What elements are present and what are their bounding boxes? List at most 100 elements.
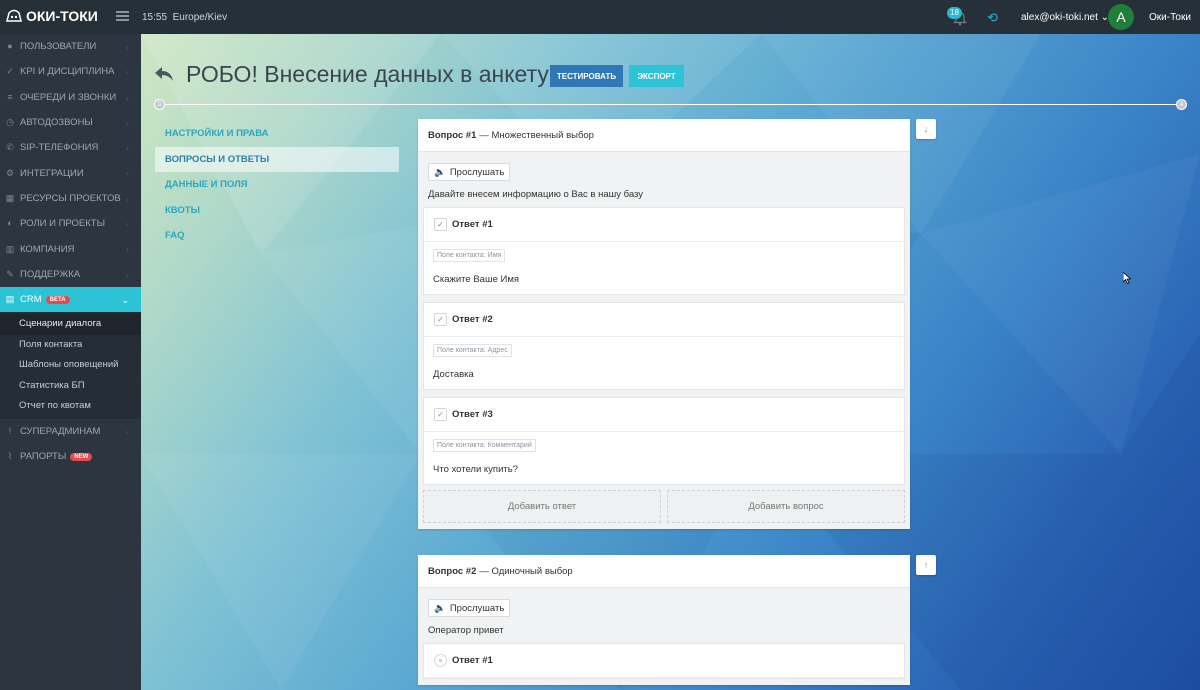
checkbox-icon[interactable]: ✓ bbox=[434, 218, 447, 231]
logo-icon bbox=[6, 9, 22, 22]
wrench-icon: ✎ bbox=[6, 268, 14, 279]
end-dot: A bbox=[1176, 99, 1187, 110]
answer-card: ✓ Ответ #3 Поле контакта: Комментарий Что … bbox=[423, 397, 905, 485]
listen-button[interactable]: 🔉 Прослушать bbox=[428, 163, 511, 181]
add-answer-button[interactable]: Добавить ответ bbox=[423, 490, 661, 523]
answer-title: Ответ #1 bbox=[452, 219, 493, 230]
top-bar: ОКИ-ТОКИ 15:55 Europe/Kiev 18 ⟲ alex@oki… bbox=[0, 0, 1200, 34]
answer-card: ✓ Ответ #2 Поле контакта: Адрес Доставка bbox=[423, 302, 905, 390]
answer-header: ✓ Ответ #3 bbox=[424, 398, 904, 432]
export-button[interactable]: ЭКСПОРТ bbox=[629, 65, 684, 87]
chevron-left-icon: ‹ bbox=[126, 42, 129, 52]
test-button[interactable]: ТЕСТИРОВАТЬ bbox=[550, 65, 623, 87]
chevron-left-icon: ‹ bbox=[126, 67, 129, 78]
sidebar-item-integrations[interactable]: ⚙ ИНТЕГРАЦИИ ‹ bbox=[0, 160, 141, 185]
user-menu[interactable]: alex@oki-toki.net ⌄ bbox=[1021, 12, 1109, 23]
time: 15:55 bbox=[142, 12, 168, 23]
answer-header: ✓ Ответ #1 bbox=[424, 208, 904, 242]
sidebar-item-support[interactable]: ✎ ПОДДЕРЖКА ‹ bbox=[0, 262, 141, 287]
sidebar-item-superadmins[interactable]: ! СУПЕРАДМИНАМ ‹ bbox=[0, 419, 141, 444]
question-card: Вопрос #2— Одиночный выбор 🔉 Прослушать О… bbox=[418, 555, 910, 685]
answer-text: Доставка bbox=[433, 369, 474, 380]
tab-faq[interactable]: FAQ bbox=[155, 223, 399, 249]
timezone: Europe/Kiev bbox=[172, 12, 228, 23]
sidebar-item-crm[interactable]: ▤ CRM BETA ⌄ bbox=[0, 286, 141, 313]
answer-text: Что хотели купить? bbox=[433, 464, 518, 475]
sidebar-item-label: РЕСУРСЫ ПРОЕКТОВ bbox=[20, 192, 121, 204]
sidebar-item-reports[interactable]: ⌇ РАПОРТЫ NEW bbox=[0, 444, 141, 469]
sidebar-item-queues[interactable]: ≡ ОЧЕРЕДИ И ЗВОНКИ ‹ bbox=[0, 85, 141, 110]
brand-logo[interactable]: ОКИ-ТОКИ bbox=[6, 8, 98, 24]
sidebar-item-roles[interactable]: ◐ РОЛИ И ПРОЕКТЫ ‹ bbox=[0, 211, 141, 236]
question-type: — Множественный выбор bbox=[479, 129, 594, 141]
sidebar-item-sip[interactable]: ✆ SIP-ТЕЛЕФОНИЯ ‹ bbox=[0, 135, 141, 160]
new-badge: NEW bbox=[70, 452, 93, 461]
brand-name: ОКИ-ТОКИ bbox=[26, 8, 98, 24]
contact-field-tag: Поле контакта: Адрес bbox=[433, 344, 512, 357]
sidebar-item-label: SIP-ТЕЛЕФОНИЯ bbox=[20, 142, 99, 154]
answer-header: Ответ #1 bbox=[424, 644, 904, 678]
speaker-icon: 🔉 bbox=[434, 166, 446, 178]
contact-field-tag: Поле контакта: Имя bbox=[433, 249, 506, 262]
sidebar-item-company[interactable]: ▥ КОМПАНИЯ ‹ bbox=[0, 236, 141, 261]
exclamation-icon: ! bbox=[8, 425, 12, 436]
sidebar-item-kpi[interactable]: ✓ KPI И ДИСЦИПЛИНА ‹ bbox=[0, 59, 141, 84]
bar-chart-icon: ▥ bbox=[5, 243, 15, 254]
settings-tabs: НАСТРОЙКИ И ПРАВА ВОПРОСЫ И ОТВЕТЫ ДАННЫ… bbox=[155, 121, 399, 249]
question-type: — Одиночный выбор bbox=[479, 565, 573, 577]
sidebar-item-label: РАПОРТЫ bbox=[20, 451, 67, 463]
sidebar-subitem-contact-fields[interactable]: Поля контакта bbox=[0, 335, 141, 356]
sidebar-subitem-notification-templates[interactable]: Шаблоны оповещений bbox=[0, 355, 141, 376]
sidebar-item-label: KPI И ДИСЦИПЛИНА bbox=[20, 66, 115, 78]
checkbox-icon[interactable]: ✓ bbox=[434, 313, 447, 326]
sidebar-item-label: ПОЛЬЗОВАТЕЛИ bbox=[20, 41, 97, 53]
company-name[interactable]: Оки-Токи bbox=[1149, 12, 1191, 23]
arrow-down-icon: ↓ bbox=[923, 124, 929, 134]
sidebar-item-label: ПОДДЕРЖКА bbox=[20, 268, 81, 280]
sidebar-item-autodial[interactable]: ◷ АВТОДОЗВОНЫ ‹ bbox=[0, 110, 141, 135]
chevron-left-icon: ‹ bbox=[126, 426, 129, 437]
user-icon: ● bbox=[7, 41, 13, 52]
move-up-button[interactable]: ↑ bbox=[916, 555, 936, 575]
tab-settings[interactable]: НАСТРОЙКИ И ПРАВА bbox=[155, 121, 399, 147]
page-title: РОБО! Внесение данных в анкету bbox=[186, 61, 549, 87]
sidebar-subitem-quota-report[interactable]: Отчет по квотам bbox=[0, 396, 141, 417]
answer-text: Скажите Ваше Имя bbox=[433, 274, 520, 285]
listen-button[interactable]: 🔉 Прослушать bbox=[428, 599, 511, 617]
checkbox-icon[interactable]: ✓ bbox=[434, 408, 447, 421]
sidebar-subitem-scenarios[interactable]: Сценарии диалога bbox=[0, 314, 141, 335]
tab-data-fields[interactable]: ДАННЫЕ И ПОЛЯ bbox=[155, 172, 399, 198]
check-icon: ✓ bbox=[6, 66, 14, 77]
back-arrow-icon[interactable] bbox=[153, 65, 175, 83]
chevron-down-icon: ⌄ bbox=[121, 294, 129, 305]
mouse-cursor-icon bbox=[1123, 272, 1131, 284]
add-question-button[interactable]: Добавить вопрос bbox=[667, 490, 905, 523]
speaker-icon: 🔉 bbox=[434, 602, 446, 614]
user-email: alex@oki-toki.net bbox=[1021, 12, 1098, 23]
chevron-left-icon: ‹ bbox=[126, 219, 129, 230]
chevron-left-icon: ‹ bbox=[126, 244, 129, 255]
sidebar-item-label: CRM bbox=[20, 294, 42, 306]
chevron-left-icon: ‹ bbox=[126, 168, 129, 179]
answer-title: Ответ #1 bbox=[452, 655, 493, 666]
sidebar-item-label: ОЧЕРЕДИ И ЗВОНКИ bbox=[20, 91, 117, 103]
sidebar-item-resources[interactable]: ▦ РЕСУРСЫ ПРОЕКТОВ ‹ bbox=[0, 186, 141, 211]
hamburger-menu-icon[interactable] bbox=[116, 11, 129, 22]
radio-icon[interactable] bbox=[434, 654, 447, 667]
listen-label: Прослушать bbox=[449, 166, 505, 178]
sidebar-subitem-bp-stats[interactable]: Статистика БП bbox=[0, 376, 141, 397]
tab-quotas[interactable]: КВОТЫ bbox=[155, 198, 399, 224]
avatar[interactable]: A bbox=[1108, 4, 1134, 30]
tab-questions[interactable]: ВОПРОСЫ И ОТВЕТЫ bbox=[155, 146, 399, 172]
refresh-icon[interactable]: ⟲ bbox=[987, 10, 1001, 25]
answer-header: ✓ Ответ #2 bbox=[424, 303, 904, 337]
question-header: Вопрос #2— Одиночный выбор bbox=[418, 555, 910, 588]
answer-card: ✓ Ответ #1 Поле контакта: Имя Скажите Ваше… bbox=[423, 207, 905, 295]
question-card: Вопрос #1— Множественный выбор 🔉 Прослуша… bbox=[418, 119, 910, 529]
question-text: Оператор привет bbox=[428, 625, 504, 636]
sidebar-item-label: СУПЕРАДМИНАМ bbox=[20, 425, 101, 437]
sidebar-item-users[interactable]: ● ПОЛЬЗОВАТЕЛИ ‹ bbox=[0, 34, 141, 59]
list-icon: ≡ bbox=[7, 91, 13, 102]
move-down-button[interactable]: ↓ bbox=[916, 119, 936, 139]
chevron-left-icon: ‹ bbox=[126, 143, 129, 154]
